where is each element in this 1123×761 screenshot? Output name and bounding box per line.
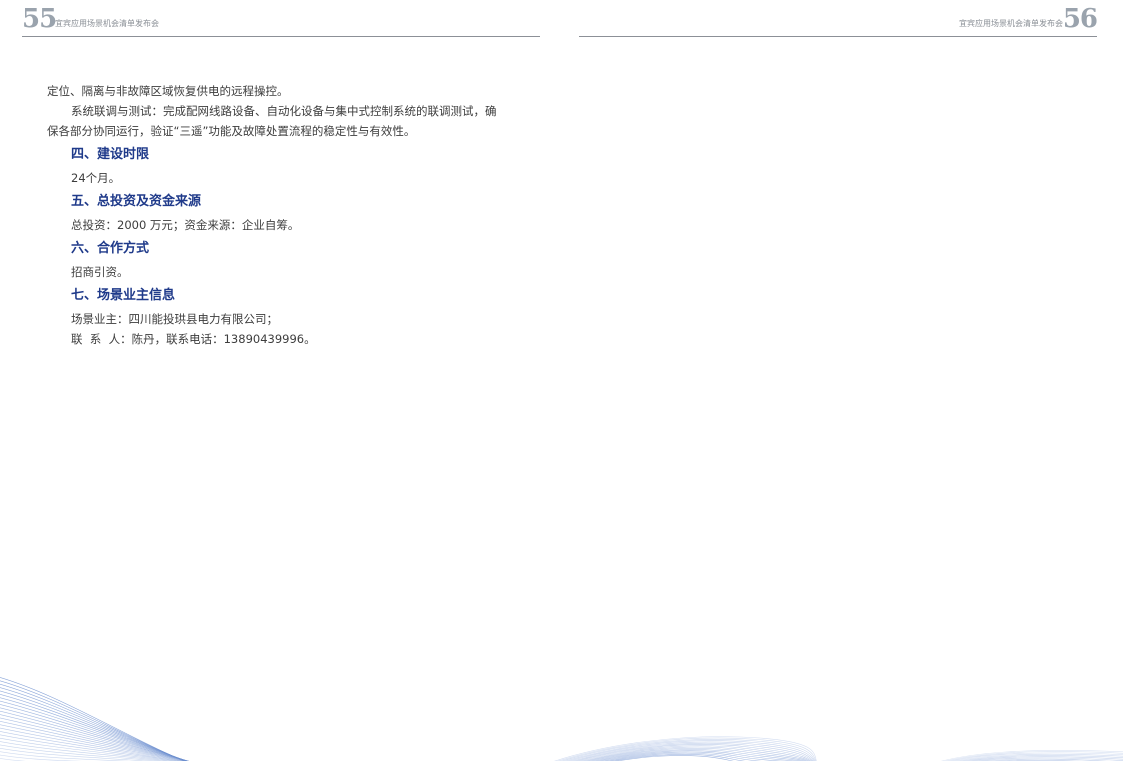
left-wave-pattern: [0, 677, 189, 761]
wave-line: [0, 710, 189, 761]
document-spread: 55 宜宾应用场景机会清单发布会 定位、隔离与非故障区域恢复供电的远程操控。 系…: [0, 0, 1123, 761]
wave-line: [557, 737, 816, 761]
right-wave-pattern: [941, 750, 1123, 761]
wave-line: [0, 677, 185, 761]
decorative-wave-lines: [0, 677, 1123, 761]
center-wave-pattern: [554, 736, 817, 761]
wave-line: [0, 704, 189, 761]
wave-line: [0, 680, 186, 761]
